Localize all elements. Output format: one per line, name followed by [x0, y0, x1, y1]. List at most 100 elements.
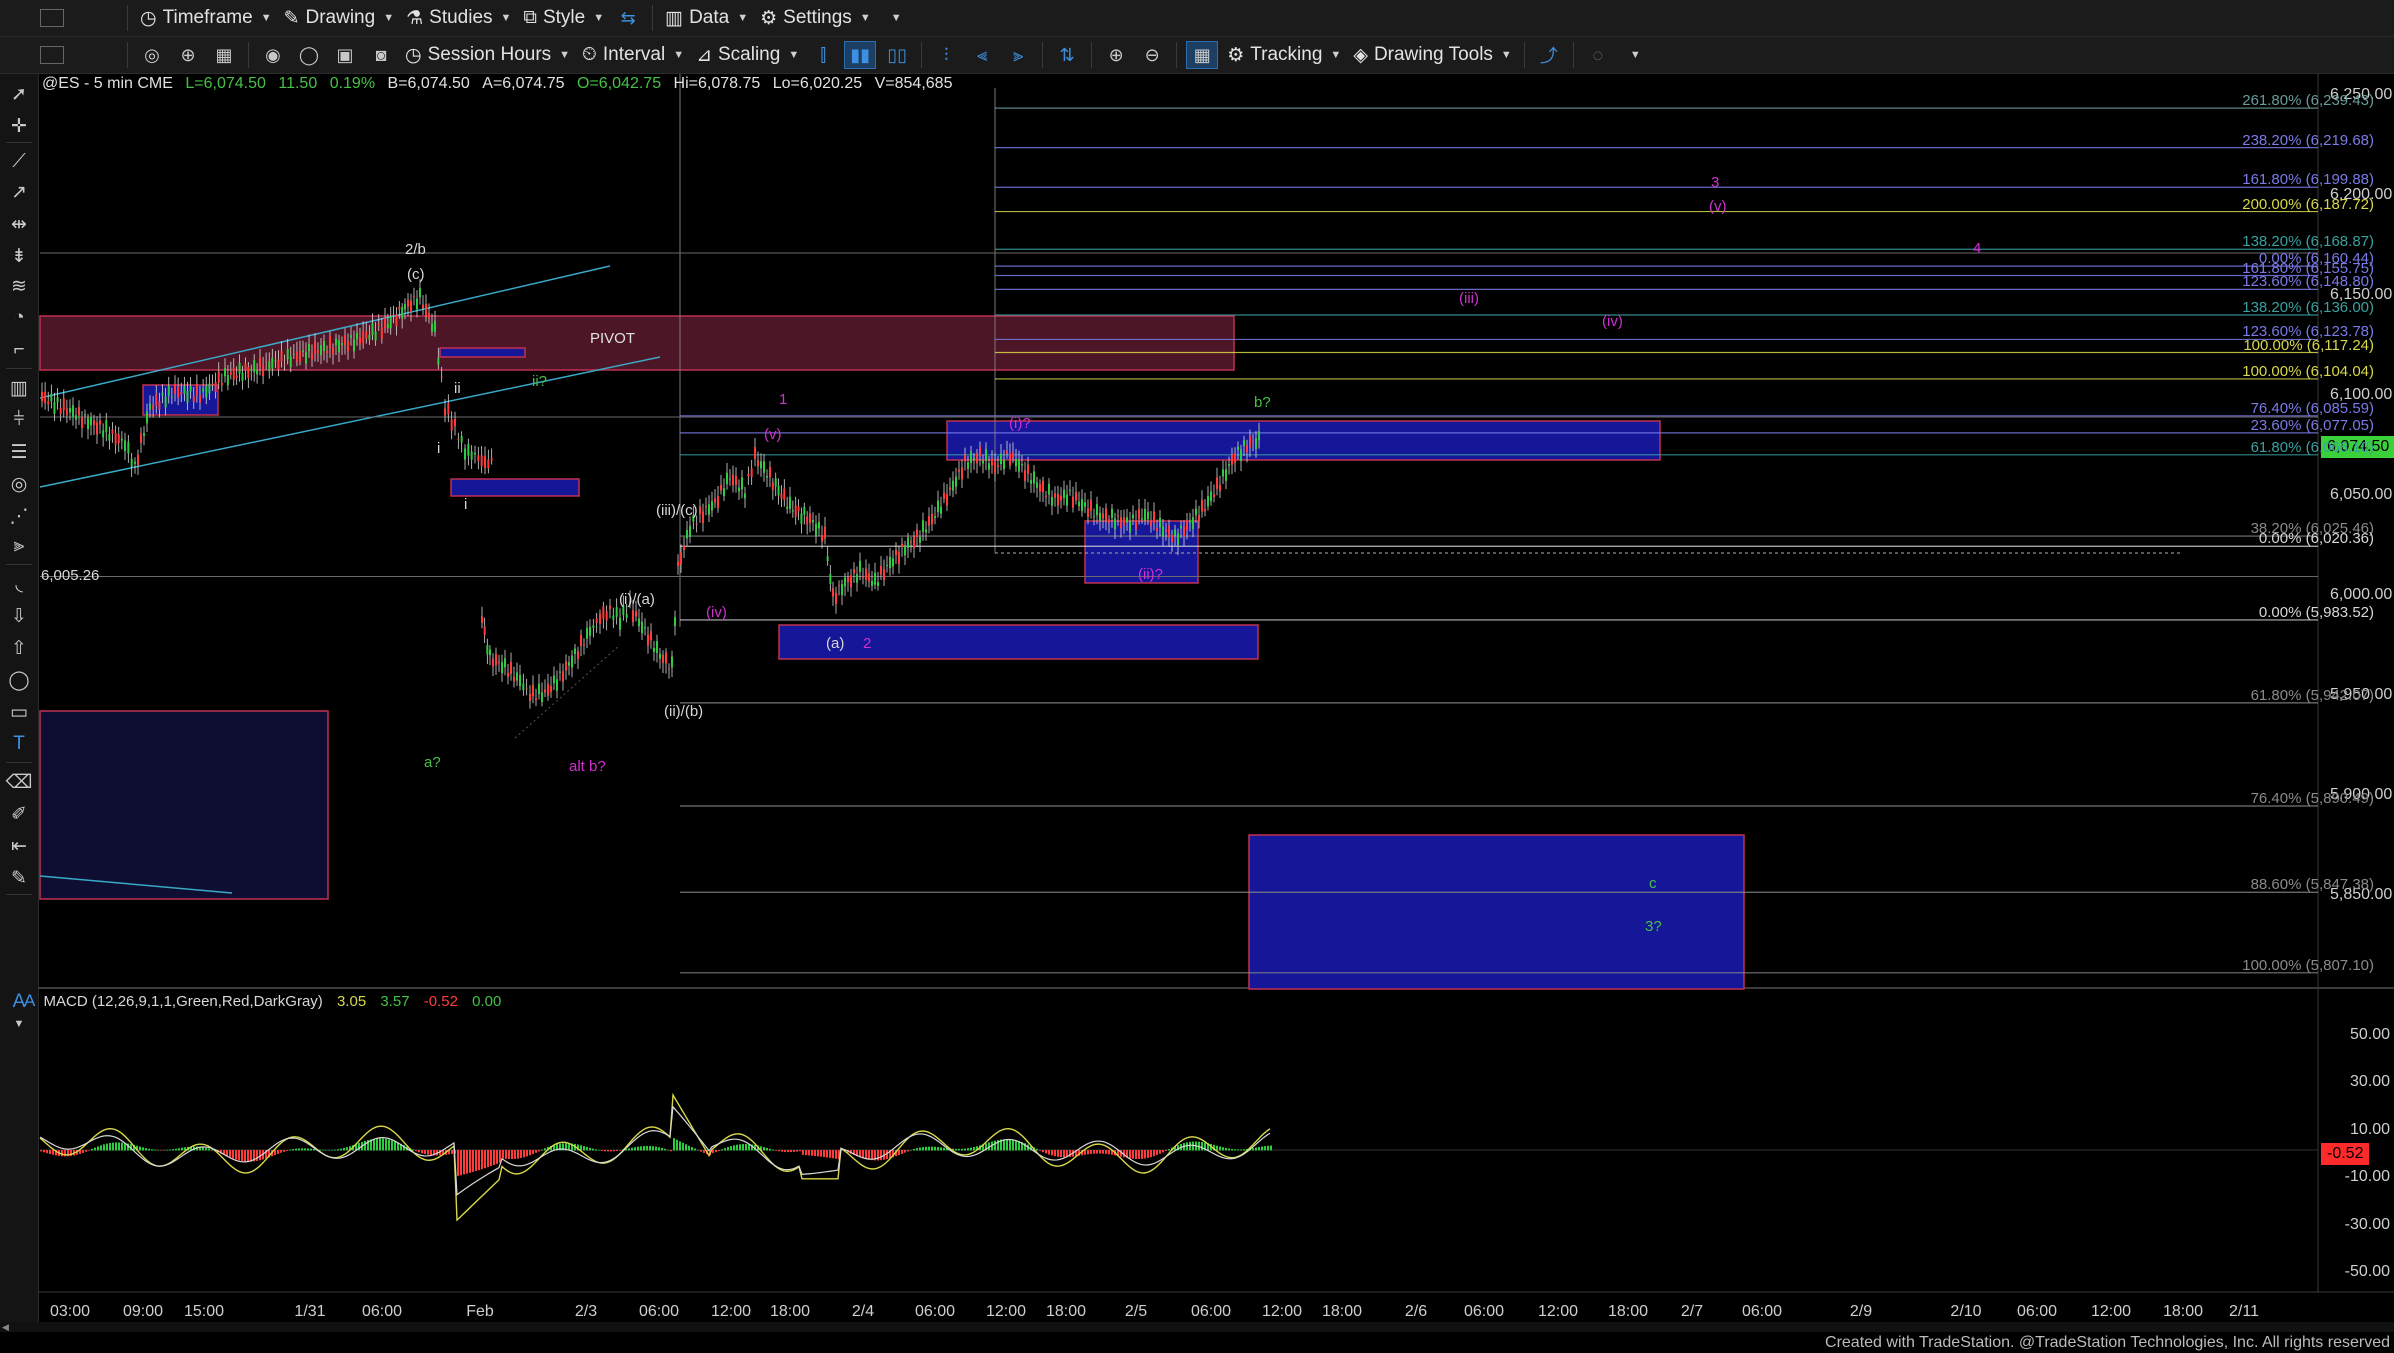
horizontal-line-icon[interactable]: ⇹ — [4, 210, 34, 238]
compress-bars-icon[interactable]: ⫸ — [1003, 42, 1033, 68]
target-box-c[interactable] — [1248, 834, 1745, 990]
link-icon[interactable]: ◎ — [137, 42, 167, 68]
more-menu[interactable]: ▼ — [1616, 40, 1647, 70]
candle-style-icon[interactable]: ▮▮ — [844, 41, 877, 69]
arc-icon[interactable]: ◟ — [4, 570, 34, 598]
interval-menu[interactable]: ⏲ Interval ▼ — [576, 40, 690, 70]
camera-icon[interactable]: ◙ — [366, 42, 396, 68]
trendline-icon[interactable]: ⤴ — [1534, 42, 1564, 68]
macd-hist-bar — [442, 1150, 444, 1156]
data-window-icon[interactable]: ▦ — [1186, 41, 1219, 69]
bar-style-icon[interactable]: ⫿ — [808, 42, 838, 68]
fib-circle-icon[interactable]: ◎ — [4, 470, 34, 498]
price-chart[interactable] — [0, 0, 2394, 1353]
resistance-box[interactable] — [946, 420, 1661, 461]
andrews-icon[interactable]: ⫸ — [4, 532, 34, 560]
pencil-icon[interactable]: ✎ — [4, 864, 34, 892]
crosshair-icon[interactable]: ⊕ — [173, 42, 203, 68]
time-axis-label: 06:00 — [361, 1303, 403, 1320]
arrow-down-icon[interactable]: ⇩ — [4, 602, 34, 630]
layout-icon[interactable]: ⇆ — [613, 5, 643, 31]
macd-hist-bar — [823, 1150, 825, 1158]
macd-icon[interactable]: A — [24, 991, 35, 1010]
pivot-zone[interactable] — [39, 315, 1235, 371]
candle-body — [874, 572, 876, 585]
session-hours-menu[interactable]: ◷ Session Hours ▼ — [399, 40, 576, 70]
candle-body — [741, 477, 743, 490]
macd-hist-bar — [808, 1150, 810, 1156]
fib-extension-icon[interactable]: ⫩ — [4, 406, 34, 434]
tracking-menu[interactable]: ⚙ Tracking ▼ — [1221, 40, 1347, 70]
macd-hist-bar — [910, 1149, 912, 1151]
drawing-menu[interactable]: ✎ Drawing ▼ — [278, 3, 401, 33]
expand-bars-icon[interactable]: ⫷ — [967, 42, 997, 68]
hollow-candle-icon[interactable]: ▯▯ — [882, 42, 912, 68]
fib-lines-icon[interactable]: ▥ — [4, 374, 34, 402]
candle-body — [229, 371, 232, 376]
price-axis-label: 6,050.00 — [2330, 486, 2393, 503]
macd-hist-bar — [982, 1144, 984, 1151]
box-icon[interactable]: ▣ — [330, 42, 360, 68]
fib-label: 138.20% (6,136.00) — [2242, 299, 2374, 316]
rectangle-icon[interactable]: ▭ — [4, 698, 34, 726]
studies-menu[interactable]: ⚗ Studies ▼ — [400, 3, 517, 33]
candle-body — [1258, 431, 1260, 441]
fib-retracement-icon[interactable]: ☰ — [4, 438, 34, 466]
candle-body — [329, 336, 331, 348]
ellipse-icon[interactable]: ◯ — [4, 666, 34, 694]
grid-icon[interactable]: ▦ — [209, 42, 239, 68]
macd-hist-bar — [85, 1150, 87, 1152]
candle-body — [308, 343, 310, 352]
horizontal-scrollbar[interactable]: ◀ — [0, 1322, 2394, 1332]
drawing-tools-menu[interactable]: ◈ Drawing Tools ▼ — [1347, 40, 1518, 70]
support-box-2[interactable] — [778, 624, 1259, 660]
macd-hist-bar — [1219, 1146, 1221, 1151]
trendline-icon[interactable]: ⟋ — [4, 148, 34, 176]
candle-body — [1180, 525, 1182, 529]
text-icon[interactable]: T — [4, 730, 34, 758]
style-menu[interactable]: ⧉ Style ▼ — [517, 3, 610, 33]
ray-icon[interactable]: ↗ — [4, 178, 34, 206]
zoom-bars-icon[interactable]: ⫶ — [931, 42, 961, 68]
macd-hist-bar — [190, 1146, 192, 1151]
pen-icon[interactable]: ⌐ — [4, 336, 34, 364]
vertical-line-icon[interactable]: ⇟ — [4, 242, 34, 270]
zoom-out-icon[interactable]: ⊖ — [1137, 42, 1167, 68]
zoom-in-icon[interactable]: ⊕ — [1101, 42, 1131, 68]
macd-hist-bar — [1192, 1141, 1194, 1151]
eraser-icon[interactable]: ⌫ — [4, 768, 34, 796]
sidebar-divider — [6, 894, 32, 895]
candle-body — [1246, 445, 1248, 453]
arrow-up-icon[interactable]: ⇧ — [4, 634, 34, 662]
chevron-down-icon[interactable]: ▼ — [4, 1010, 34, 1038]
fib-fan-icon[interactable]: ⋰ — [4, 502, 34, 530]
macd-hist-bar — [313, 1148, 315, 1151]
crosshair-icon[interactable]: ✛ — [4, 112, 34, 140]
gann-icon[interactable]: ◔ — [4, 304, 34, 332]
timeframe-menu[interactable]: ◷ Timeframe ▼ — [134, 3, 278, 33]
settings-menu[interactable]: ⚙ Settings ▼ — [754, 3, 877, 33]
macd-hist-bar — [793, 1150, 795, 1152]
chat-icon[interactable]: ◌ — [1583, 42, 1613, 68]
pointer-icon[interactable]: ➚ — [4, 80, 34, 108]
data-menu[interactable]: ▥ Data ▼ — [659, 3, 754, 33]
candle-body — [1231, 454, 1233, 465]
channel-icon[interactable]: ≋ — [4, 272, 34, 300]
more-menu[interactable]: ▼ — [877, 3, 908, 33]
scaling-menu[interactable]: ⊿ Scaling ▼ — [690, 40, 805, 70]
layout-icon[interactable]: ⇅ — [1052, 42, 1082, 68]
paint-icon[interactable]: ✐ — [4, 800, 34, 828]
macd-signal-line — [39, 1105, 1271, 1196]
small-box-3[interactable] — [450, 478, 580, 497]
window-icon[interactable] — [40, 9, 64, 27]
target-icon[interactable]: ◉ — [258, 42, 288, 68]
small-box-1[interactable] — [142, 384, 219, 416]
small-box-2[interactable] — [439, 347, 526, 358]
circle-icon[interactable]: ◯ — [294, 42, 324, 68]
left-target-box[interactable] — [39, 710, 329, 900]
scroll-left-icon[interactable]: ◀ — [2, 1322, 9, 1333]
window-icon[interactable] — [40, 46, 64, 64]
candle-body — [149, 403, 151, 410]
snap-icon[interactable]: ⇤ — [4, 832, 34, 860]
chart-toolbar: ◎ ⊕ ▦ ◉ ◯ ▣ ◙ ◷ Session Hours ▼ ⏲ Interv… — [0, 37, 2394, 74]
